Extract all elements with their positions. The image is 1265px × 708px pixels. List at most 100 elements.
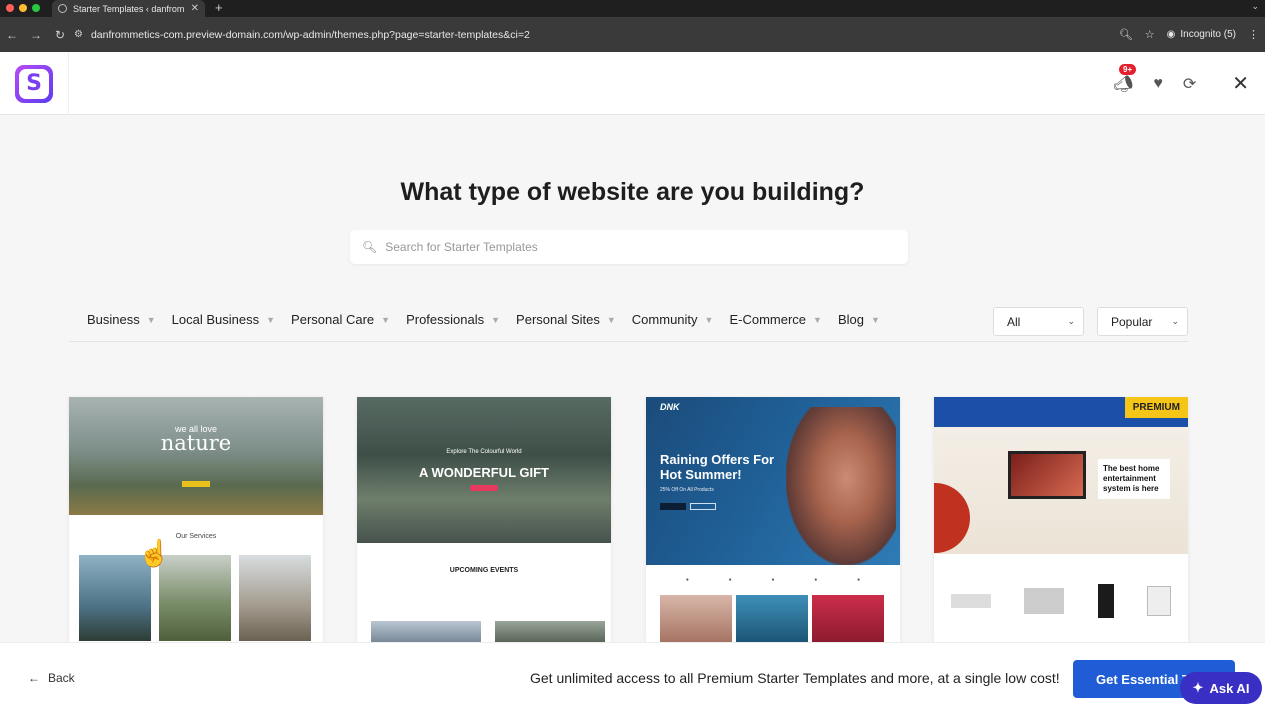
product-images xyxy=(646,595,900,642)
hero-text: The best home entertainment system is he… xyxy=(1098,459,1170,499)
category-label: Local Business xyxy=(171,312,260,327)
zoom-icon[interactable]: 🔍︎ xyxy=(1119,28,1133,41)
service-image xyxy=(239,555,311,641)
product-image xyxy=(736,595,808,642)
service-images xyxy=(79,555,311,641)
brand-logos: ● ● ● ● ● xyxy=(646,565,900,595)
template-preview-hero: we all love nature xyxy=(69,397,323,515)
chevron-down-icon: ▼ xyxy=(266,314,276,325)
brand-logo: ● xyxy=(857,577,861,583)
search-icon: 🔍︎ xyxy=(362,240,378,254)
category-label: Community xyxy=(631,312,698,327)
promo-text: Get unlimited access to all Premium Star… xyxy=(530,670,1060,686)
chevron-down-icon: ▼ xyxy=(704,314,714,325)
url-field[interactable]: ⚙ danfrommetics-com.preview-domain.com/w… xyxy=(74,23,1154,46)
minimize-window-button[interactable] xyxy=(19,4,27,12)
tab-close-icon[interactable]: ✕ xyxy=(191,3,199,14)
chevron-down-icon: ▼ xyxy=(813,314,822,325)
tab-title: Starter Templates ‹ danfromm xyxy=(73,3,185,14)
category-business[interactable]: Business ▼ xyxy=(87,312,156,327)
page-title: What type of website are you building? xyxy=(400,178,865,206)
back-label: Back xyxy=(48,671,75,685)
hero-button-shape xyxy=(182,481,210,487)
close-window-button[interactable] xyxy=(6,4,14,12)
type-filter-select[interactable]: All ⌄ xyxy=(993,307,1084,336)
chevron-down-icon: ▼ xyxy=(606,314,616,325)
section-title: UPCOMING EVENTS xyxy=(449,567,519,574)
category-personal-sites[interactable]: Personal Sites ▼ xyxy=(516,312,616,327)
footer-bar: ← Back Get unlimited access to all Premi… xyxy=(0,642,1265,708)
brand-logo: ● xyxy=(728,577,732,583)
template-card[interactable]: Explore The Colourful World A WONDERFUL … xyxy=(357,397,611,642)
incognito-label: Incognito (5) xyxy=(1180,29,1236,40)
product-image xyxy=(1097,584,1114,618)
event-image xyxy=(495,621,605,642)
section-title: Our Services xyxy=(175,533,217,540)
hero-model-image xyxy=(786,407,896,565)
product-image xyxy=(812,595,884,642)
hero-big-text: A WONDERFUL GIFT xyxy=(419,465,549,480)
search-input[interactable] xyxy=(385,240,866,254)
hero-button-shape xyxy=(690,503,716,510)
site-info-icon[interactable]: ⚙ xyxy=(74,29,83,40)
new-tab-button[interactable]: + xyxy=(215,0,223,15)
notifications-icon[interactable]: 📣︎ 9+ xyxy=(1113,63,1137,94)
starter-templates-logo[interactable]: S xyxy=(15,64,53,103)
template-preview-hero: DNK Raining Offers For Hot Summer! 25% O… xyxy=(646,397,900,565)
template-card[interactable]: DNK Raining Offers For Hot Summer! 25% O… xyxy=(646,397,900,642)
product-image xyxy=(660,595,732,642)
notification-badge: 9+ xyxy=(1119,63,1137,75)
sort-filter-value: Popular xyxy=(1111,314,1153,329)
app-header: S 📣︎ 9+ ♥ ⟳ ✕ xyxy=(0,52,1265,115)
hero-big-text: Raining Offers For Hot Summer! xyxy=(660,452,775,482)
hand-cursor-icon: ☝ xyxy=(138,538,171,568)
url-text: danfrommetics-com.preview-domain.com/wp-… xyxy=(90,28,530,41)
hero-button-shape xyxy=(470,485,498,491)
template-logo-text: DNK xyxy=(660,402,680,412)
sync-icon[interactable]: ⟳ xyxy=(1183,74,1196,94)
category-label: Blog xyxy=(837,312,864,327)
category-local-business[interactable]: Local Business ▼ xyxy=(172,312,275,327)
sort-filter-select[interactable]: Popular ⌄ xyxy=(1097,307,1188,336)
template-card[interactable]: The best home entertainment system is he… xyxy=(934,397,1188,642)
maximize-window-button[interactable] xyxy=(32,4,40,12)
back-button[interactable]: ← Back xyxy=(28,671,75,685)
forward-nav-icon[interactable]: → xyxy=(24,28,48,42)
category-label: Professionals xyxy=(406,312,485,327)
browser-tab[interactable]: Starter Templates ‹ danfromm ✕ xyxy=(52,0,205,17)
window-controls xyxy=(6,4,40,12)
bookmark-star-icon[interactable]: ☆ xyxy=(1145,28,1155,41)
brand-logo: ● xyxy=(771,577,775,583)
hero-big-text: nature xyxy=(160,431,232,455)
template-preview-hero: Explore The Colourful World A WONDERFUL … xyxy=(357,397,611,543)
brand-logo: ● xyxy=(814,577,818,583)
category-blog[interactable]: Blog ▼ xyxy=(838,312,880,327)
category-ecommerce[interactable]: E-Commerce ▼ xyxy=(729,312,822,327)
chevron-down-icon: ⌄ xyxy=(1067,316,1075,326)
incognito-indicator[interactable]: ◉ Incognito (5) xyxy=(1167,29,1236,40)
search-bar[interactable]: 🔍︎ xyxy=(350,230,908,264)
browser-menu-icon[interactable]: ⋮ xyxy=(1248,28,1259,41)
premium-badge: PREMIUM xyxy=(1124,397,1188,418)
category-community[interactable]: Community ▼ xyxy=(632,312,714,327)
ask-ai-label: Ask AI xyxy=(1209,680,1250,696)
type-filter-value: All xyxy=(1007,314,1021,329)
divider xyxy=(69,341,1188,342)
logo-letter: S xyxy=(19,68,49,99)
category-professionals[interactable]: Professionals ▼ xyxy=(406,312,500,327)
sparkle-icon: ✦ xyxy=(1192,680,1204,695)
ask-ai-button[interactable]: ✦ Ask AI xyxy=(1180,672,1262,704)
category-personal-care[interactable]: Personal Care ▼ xyxy=(291,312,390,327)
tv-image xyxy=(1008,451,1086,499)
chevron-down-icon: ⌄ xyxy=(1171,316,1179,326)
decor-shape xyxy=(934,483,970,553)
hero-sub-text: 25% Off On All Products xyxy=(660,487,714,493)
browser-tab-bar: Starter Templates ‹ danfromm ✕ + ⌄ xyxy=(0,0,1265,17)
close-icon[interactable]: ✕ xyxy=(1232,71,1249,96)
template-card[interactable]: we all love nature Our Services xyxy=(69,397,323,642)
back-nav-icon[interactable]: ← xyxy=(0,28,24,42)
tab-search-icon[interactable]: ⌄ xyxy=(1251,1,1259,12)
chevron-down-icon: ▼ xyxy=(871,314,880,325)
favorites-heart-icon[interactable]: ♥ xyxy=(1153,75,1163,93)
reload-icon[interactable]: ↻ xyxy=(48,28,72,42)
